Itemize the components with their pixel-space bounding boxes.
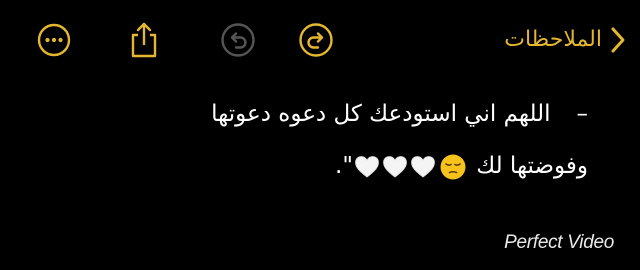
white-heart-emoji [383, 155, 407, 178]
list-bullet: – [576, 101, 589, 127]
share-button[interactable] [124, 20, 164, 60]
watermark: Perfect Video [504, 232, 614, 253]
white-heart-emoji [355, 155, 379, 178]
pensive-face-emoji [440, 154, 466, 179]
undo-button[interactable] [218, 20, 258, 60]
back-label: الملاحظات [504, 27, 602, 52]
note-body[interactable]: –اللهم اني استودعك كل دعوه دعوتها وفوضته… [48, 88, 588, 192]
ellipsis-circle-icon [37, 23, 71, 57]
white-heart-emoji [411, 155, 435, 178]
undo-icon [221, 23, 255, 57]
share-icon [131, 22, 157, 58]
redo-icon [299, 23, 333, 57]
redo-button[interactable] [296, 20, 336, 60]
chevron-left-icon [611, 27, 625, 53]
note-line-1: –اللهم اني استودعك كل دعوه دعوتها [48, 88, 588, 140]
back-to-notes-button[interactable]: الملاحظات [504, 18, 626, 62]
note-line-2-end: ". [335, 153, 353, 179]
note-line-2-text: وفوضتها لك [476, 153, 588, 179]
note-line-2: وفوضتها لك ". [48, 140, 588, 192]
more-options-button[interactable] [34, 20, 74, 60]
note-line-1-text: اللهم اني استودعك كل دعوه دعوتها [211, 101, 551, 127]
toolbar: الملاحظات [0, 0, 640, 80]
